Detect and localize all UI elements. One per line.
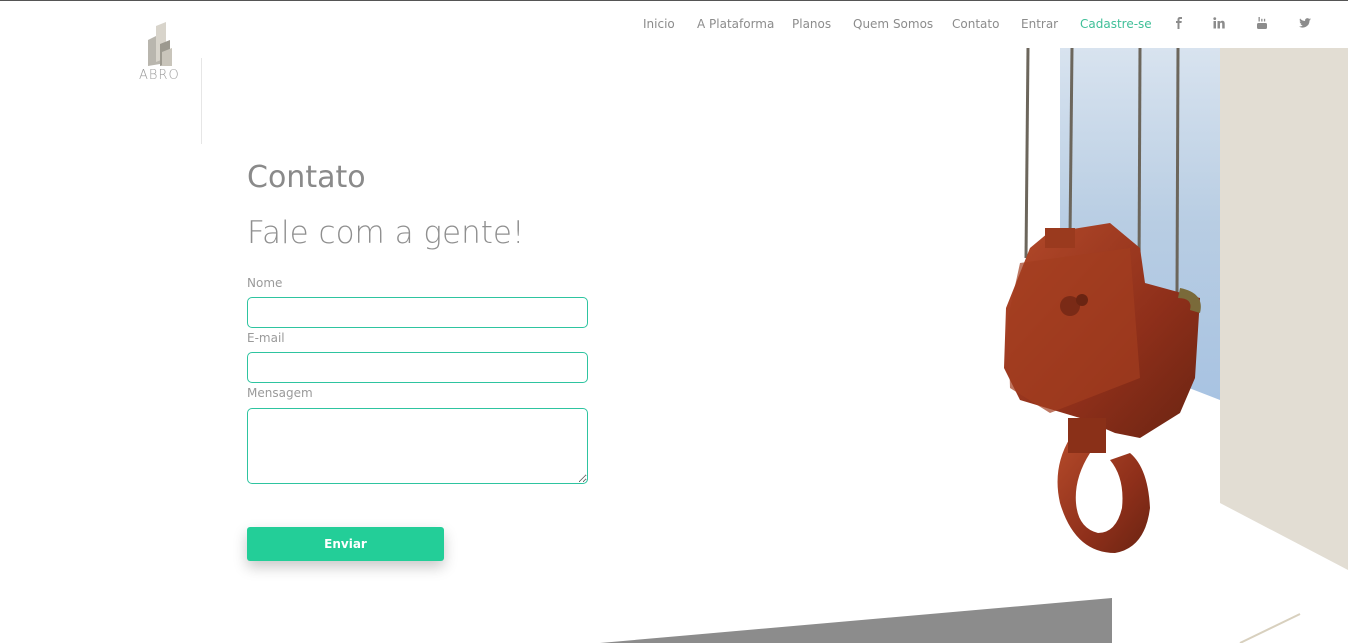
nav-item-planos[interactable]: Planos [792,17,831,31]
bottom-decorative-shapes [600,598,1301,643]
submit-button[interactable]: Enviar [247,527,444,561]
crane-hook-illustration [1004,48,1348,570]
message-textarea[interactable] [247,408,588,484]
nav-item-entrar[interactable]: Entrar [1021,17,1058,31]
logo-divider [201,58,202,144]
name-field[interactable] [247,297,588,328]
linkedin-icon[interactable] [1212,16,1226,30]
youtube-icon[interactable] [1255,16,1269,30]
page-subtitle: Fale com a gente! [247,215,525,251]
name-label: Nome [247,276,283,290]
brand-wordmark: ABRO [139,68,180,83]
facebook-icon[interactable] [1172,16,1186,30]
nav-item-quem-somos[interactable]: Quem Somos [853,17,933,31]
top-border-line [0,0,1348,1]
email-label: E-mail [247,331,285,345]
nav-item-cadastre-se[interactable]: Cadastre-se [1080,17,1152,31]
twitter-icon[interactable] [1298,16,1312,30]
nav-item-inicio[interactable]: Inicio [643,17,675,31]
page-title: Contato [247,160,366,195]
message-label: Mensagem [247,386,313,400]
nav-item-contato[interactable]: Contato [952,17,999,31]
nav-item-a-plataforma[interactable]: A Plataforma [697,17,774,31]
email-field[interactable] [247,352,588,383]
